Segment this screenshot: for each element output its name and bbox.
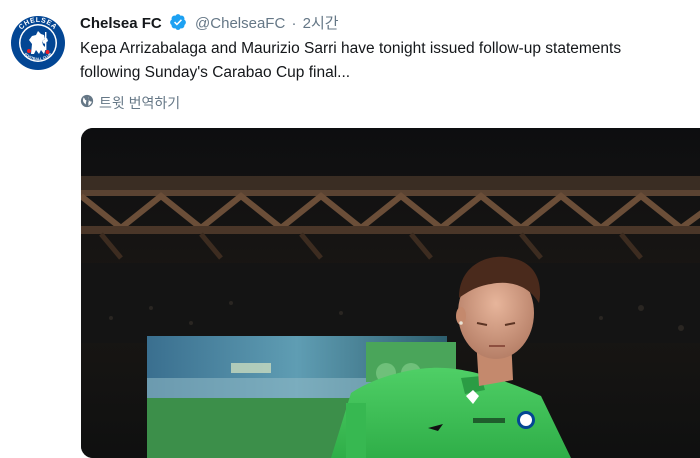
tweet-header: Chelsea FC @ChelseaFC · 2시간	[80, 13, 339, 35]
globe-icon	[80, 93, 94, 113]
tweet-text-line: following Sunday's Carabao Cup final...	[80, 64, 351, 81]
tweet-text: Kepa Arrizabalaga and Maurizio Sarri hav…	[80, 37, 692, 85]
tweet-text-line: Kepa Arrizabalaga and Maurizio Sarri hav…	[80, 40, 622, 57]
author-name[interactable]: Chelsea FC	[80, 15, 162, 32]
timestamp[interactable]: 2시간	[303, 15, 339, 32]
tweet: CHELSEA FOOTBALL CLUB Chelsea FC @Chelse…	[0, 0, 700, 458]
translate-label: 트윗 번역하기	[99, 95, 181, 111]
verified-badge-icon	[169, 13, 187, 38]
avatar[interactable]: CHELSEA FOOTBALL CLUB	[9, 14, 67, 72]
separator-dot: ·	[291, 15, 297, 32]
translate-tweet-link[interactable]: 트윗 번역하기	[80, 93, 180, 113]
kepa-photo-image	[81, 128, 700, 458]
author-handle[interactable]: @ChelseaFC	[195, 15, 285, 32]
tweet-photo[interactable]	[81, 128, 700, 458]
chelsea-crest-icon: CHELSEA FOOTBALL CLUB	[10, 15, 66, 71]
